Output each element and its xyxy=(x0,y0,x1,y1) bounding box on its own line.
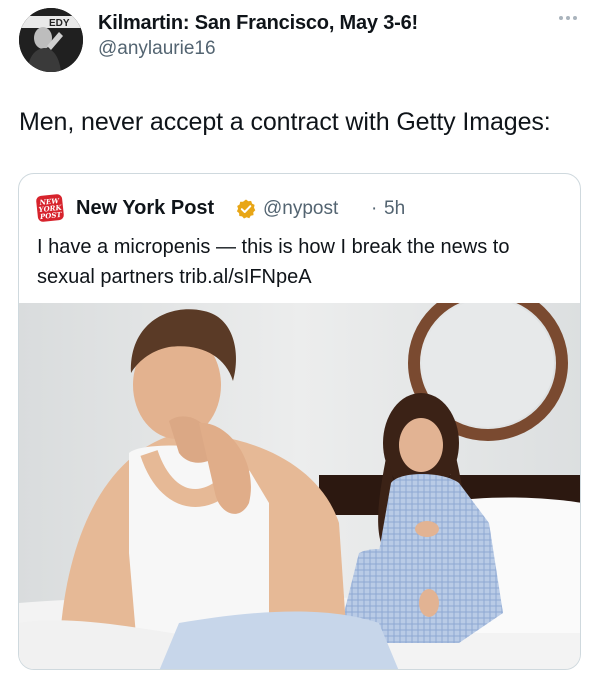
quoted-author-handle[interactable]: @nypost xyxy=(263,198,338,220)
quoted-author-name[interactable]: New York Post xyxy=(76,197,214,220)
quoted-timestamp[interactable]: 5h xyxy=(384,198,405,220)
quoted-tweet[interactable]: NEW YORK POST New York Post @nypost · 5h… xyxy=(18,173,581,670)
avatar-image: EDY xyxy=(19,8,83,72)
logo-line-3: POST xyxy=(39,209,62,221)
verified-badge-icon xyxy=(236,199,256,219)
photo-illustration xyxy=(19,303,580,669)
author-name[interactable]: Kilmartin: San Francisco, May 3-6! xyxy=(98,12,418,35)
dot xyxy=(559,16,563,20)
quoted-tweet-photo[interactable] xyxy=(19,303,580,669)
author-handle[interactable]: @anylaurie16 xyxy=(98,38,216,60)
quoted-tweet-text: I have a micropenis — this is how I brea… xyxy=(37,236,510,288)
tweet-text: Men, never accept a contract with Getty … xyxy=(19,108,551,136)
dot xyxy=(573,16,577,20)
dot xyxy=(566,16,570,20)
separator-dot: · xyxy=(371,198,378,219)
avatar-text: EDY xyxy=(49,18,70,29)
author-avatar[interactable]: EDY xyxy=(19,8,83,72)
tweet[interactable]: EDY Kilmartin: San Francisco, May 3-6! @… xyxy=(0,0,600,688)
more-horizontal-icon[interactable] xyxy=(556,12,580,24)
new-york-post-logo[interactable]: NEW YORK POST xyxy=(35,193,65,223)
